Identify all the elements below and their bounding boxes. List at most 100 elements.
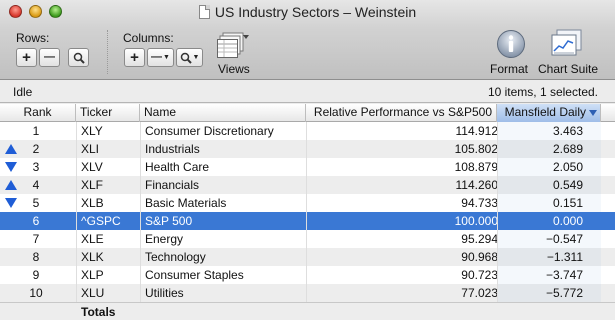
relative-performance-cell: 94.733 (461, 196, 498, 210)
mansfield-daily-cell: 3.463 (552, 124, 583, 138)
columns-add-button[interactable]: + (124, 48, 145, 67)
name-cell: Technology (145, 250, 206, 264)
ticker-cell: ^GSPC (81, 214, 121, 228)
mansfield-daily-cell: 0.549 (552, 178, 583, 192)
ticker-cell: XLK (81, 250, 104, 264)
window-chrome: US Industry Sectors – Weinstein Rows: + … (0, 0, 615, 80)
name-cell: Energy (145, 232, 184, 246)
views-label: Views (218, 62, 250, 76)
rank-cell: 4 (32, 178, 40, 192)
rows-remove-button[interactable]: — (39, 48, 60, 67)
name-cell: Consumer Discretionary (145, 124, 274, 138)
arrow-down-icon (5, 198, 17, 208)
arrow-up-icon (5, 144, 17, 154)
ticker-cell: XLV (81, 160, 103, 174)
sector-table: Rank Ticker Name Relative Performance vs… (0, 104, 615, 334)
relative-performance-cell: 95.294 (461, 232, 498, 246)
relative-performance-cell: 114.260 (455, 178, 499, 192)
column-header-relative-performance[interactable]: Relative Performance vs S&P500 (306, 104, 497, 122)
mansfield-daily-cell: 2.689 (552, 142, 583, 156)
rank-cell: 8 (32, 250, 40, 264)
ticker-cell: XLY (81, 124, 103, 138)
column-header-mansfield-daily[interactable]: Mansfield Daily (497, 104, 601, 122)
window-title: US Industry Sectors – Weinstein (214, 4, 417, 20)
rank-cell: 5 (32, 196, 40, 210)
mansfield-daily-cell: −3.747 (545, 268, 583, 282)
table-row[interactable]: 4 XLF Financials 114.260 0.549 (0, 176, 615, 194)
name-cell: Consumer Staples (145, 268, 244, 282)
trend-cell (5, 122, 19, 140)
name-cell: Utilities (145, 286, 184, 300)
rank-cell: 9 (32, 268, 40, 282)
trend-cell (5, 140, 19, 158)
info-icon (497, 30, 525, 58)
columns-remove-button[interactable]: — ▼ (147, 48, 174, 67)
rank-cell: 1 (32, 124, 40, 138)
title-bar: US Industry Sectors – Weinstein (0, 0, 615, 26)
chart-suite-label: Chart Suite (538, 62, 599, 76)
relative-performance-cell: 90.723 (461, 268, 498, 282)
chart-suite-button[interactable] (551, 29, 583, 62)
plus-icon: + (22, 49, 31, 66)
toolbar-separator (107, 30, 108, 74)
sort-descending-icon (589, 110, 597, 116)
column-header-name-label: Name (144, 105, 177, 119)
table-row[interactable]: 8 XLK Technology 90.968 −1.311 (0, 248, 615, 266)
totals-row: Totals (0, 302, 615, 320)
column-header-relative-performance-label: Relative Performance vs S&P500 (313, 105, 492, 119)
status-bar: Idle 10 items, 1 selected. (0, 81, 615, 103)
window-title-area: US Industry Sectors – Weinstein (0, 4, 615, 20)
selection-count: 10 items, 1 selected. (487, 85, 598, 99)
rank-cell: 7 (32, 232, 40, 246)
views-icon (217, 32, 249, 58)
ticker-cell: XLB (81, 196, 104, 210)
totals-label: Totals (81, 305, 116, 319)
relative-performance-cell: 114.912 (455, 124, 499, 138)
format-label: Format (490, 62, 529, 76)
column-divider (497, 122, 498, 302)
trend-cell (5, 212, 19, 230)
chevron-down-icon: ▼ (192, 54, 200, 61)
arrow-down-icon (5, 162, 17, 172)
mansfield-daily-cell: −5.772 (545, 286, 583, 300)
relative-performance-cell: 108.879 (454, 160, 498, 174)
ticker-cell: XLP (81, 268, 104, 282)
table-header: Rank Ticker Name Relative Performance vs… (0, 104, 615, 122)
views-button[interactable] (217, 31, 251, 64)
table-row[interactable]: 10 XLU Utilities 77.023 −5.772 (0, 284, 615, 302)
mansfield-daily-cell: −0.547 (545, 232, 583, 246)
table-row[interactable]: 9 XLP Consumer Staples 90.723 −3.747 (0, 266, 615, 284)
rows-add-button[interactable]: + (16, 48, 37, 67)
column-header-name[interactable]: Name (140, 104, 306, 122)
format-button[interactable] (496, 29, 526, 62)
column-header-ticker[interactable]: Ticker (76, 104, 140, 122)
table-row[interactable]: 1 XLY Consumer Discretionary 114.912 3.463 (0, 122, 615, 140)
table-row[interactable]: 3 XLV Health Care 108.879 2.050 (0, 158, 615, 176)
name-cell: Basic Materials (145, 196, 227, 210)
relative-performance-cell: 90.968 (461, 250, 498, 264)
rank-cell: 6 (32, 214, 40, 228)
mansfield-daily-cell: 0.151 (552, 196, 583, 210)
rows-find-button[interactable] (68, 48, 89, 67)
magnifier-icon (73, 52, 85, 64)
columns-find-button[interactable]: ▼ (176, 48, 203, 67)
column-header-rank-label: Rank (23, 105, 52, 119)
ticker-cell: XLF (81, 178, 104, 192)
chevron-down-icon: ▼ (163, 54, 170, 61)
minus-icon: — (44, 51, 55, 63)
chart-suite-icon (551, 29, 582, 56)
column-header-rank[interactable]: Rank (0, 104, 76, 122)
columns-label: Columns: (123, 31, 174, 45)
table-row[interactable]: 5 XLB Basic Materials 94.733 0.151 (0, 194, 615, 212)
trend-cell (5, 158, 19, 176)
column-header-ticker-label: Ticker (80, 105, 113, 119)
rank-cell: 3 (32, 160, 40, 174)
table-row[interactable]: 7 XLE Energy 95.294 −0.547 (0, 230, 615, 248)
table-row[interactable]: 2 XLI Industrials 105.802 2.689 (0, 140, 615, 158)
rank-cell: 10 (29, 286, 43, 300)
trend-cell (5, 248, 19, 266)
trend-cell (5, 194, 19, 212)
name-cell: Industrials (145, 142, 200, 156)
name-cell: S&P 500 (145, 214, 193, 228)
table-row[interactable]: 6 ^GSPC S&P 500 100.000 0.000 (0, 212, 615, 230)
